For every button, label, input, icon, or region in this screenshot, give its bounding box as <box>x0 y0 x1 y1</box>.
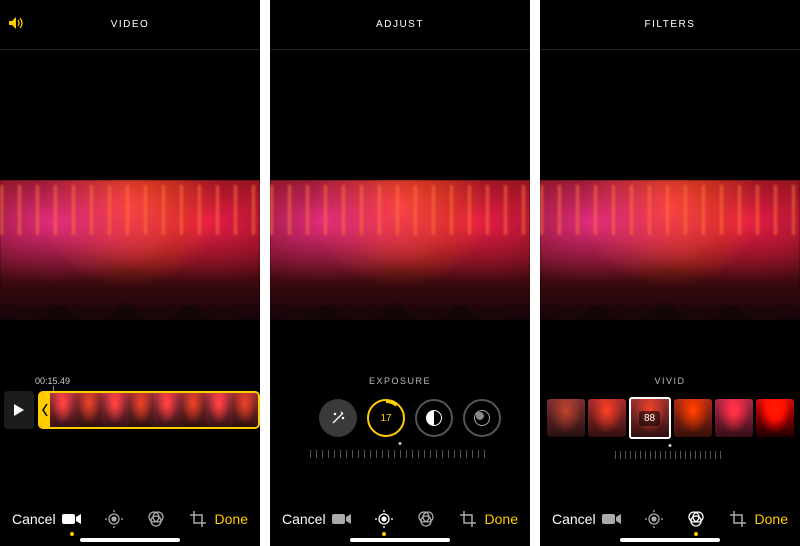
home-indicator[interactable] <box>350 538 450 542</box>
cancel-button[interactable]: Cancel <box>12 511 56 527</box>
adjust-slider[interactable] <box>310 446 490 462</box>
exposure-value: 17 <box>380 413 391 424</box>
filter-thumb[interactable] <box>756 399 794 437</box>
crop-tool-icon[interactable] <box>188 509 208 529</box>
filter-intensity-value: 88 <box>639 411 660 426</box>
adjust-tool-icon[interactable] <box>374 509 394 529</box>
filter-thumbnails[interactable]: 88 <box>540 396 800 440</box>
filter-name-label: VIVID <box>654 376 685 386</box>
bottom-toolbar: Cancel Done <box>0 492 260 546</box>
tab-title-filters[interactable]: FILTERS <box>645 19 696 30</box>
highlights-dial[interactable] <box>463 399 501 437</box>
home-indicator[interactable] <box>80 538 180 542</box>
filter-thumb[interactable] <box>715 399 753 437</box>
filter-thumb-selected[interactable]: 88 <box>629 397 671 439</box>
editor-panel-filters: FILTERS VIVID 88 Cancel <box>540 0 800 546</box>
filters-tool-icon[interactable] <box>416 509 436 529</box>
filters-tool-icon[interactable] <box>686 509 706 529</box>
video-tool-icon[interactable] <box>332 509 352 529</box>
crop-tool-icon[interactable] <box>458 509 478 529</box>
contrast-icon <box>426 410 442 426</box>
tab-title-adjust[interactable]: ADJUST <box>376 19 424 30</box>
top-bar: VIDEO <box>0 0 260 50</box>
playhead-timestamp: 00:15.49 <box>35 376 70 386</box>
done-button[interactable]: Done <box>755 511 788 527</box>
video-preview[interactable] <box>540 180 800 320</box>
editor-panel-video: VIDEO 00:15.49 Cancel <box>0 0 260 546</box>
crop-tool-icon[interactable] <box>728 509 748 529</box>
exposure-dial[interactable]: 17 <box>367 399 405 437</box>
brilliance-dial[interactable] <box>415 399 453 437</box>
top-bar: ADJUST <box>270 0 530 50</box>
trim-handle-left[interactable] <box>40 393 50 427</box>
adjust-controls: EXPOSURE 17 <box>270 376 530 492</box>
tab-title-video[interactable]: VIDEO <box>111 19 150 30</box>
highlights-icon <box>474 410 490 426</box>
adjust-tool-icon[interactable] <box>104 509 124 529</box>
done-button[interactable]: Done <box>485 511 518 527</box>
adjust-parameter-label: EXPOSURE <box>369 376 431 386</box>
video-preview[interactable] <box>270 180 530 320</box>
filters-controls: VIVID 88 <box>540 376 800 492</box>
auto-enhance-button[interactable] <box>319 399 357 437</box>
video-tool-icon[interactable] <box>602 509 622 529</box>
filter-thumb[interactable] <box>588 399 626 437</box>
top-bar: FILTERS <box>540 0 800 50</box>
video-controls: 00:15.49 <box>0 376 260 492</box>
home-indicator[interactable] <box>620 538 720 542</box>
bottom-toolbar: Cancel Done <box>540 492 800 546</box>
video-tool-icon[interactable] <box>62 509 82 529</box>
adjust-tool-icon[interactable] <box>644 509 664 529</box>
cancel-button[interactable]: Cancel <box>282 511 326 527</box>
play-icon <box>14 404 24 416</box>
filter-thumb[interactable] <box>674 399 712 437</box>
bottom-toolbar: Cancel Done <box>270 492 530 546</box>
editor-panel-adjust: ADJUST EXPOSURE 17 Cancel <box>270 0 530 546</box>
timeline-frames[interactable] <box>50 393 258 427</box>
filter-intensity-slider[interactable] <box>615 448 725 462</box>
filters-tool-icon[interactable] <box>146 509 166 529</box>
done-button[interactable]: Done <box>215 511 248 527</box>
play-button[interactable] <box>4 391 34 429</box>
cancel-button[interactable]: Cancel <box>552 511 596 527</box>
video-preview[interactable] <box>0 180 260 320</box>
sound-icon[interactable] <box>8 16 24 33</box>
trim-timeline[interactable] <box>38 391 260 429</box>
filter-thumb[interactable] <box>547 399 585 437</box>
